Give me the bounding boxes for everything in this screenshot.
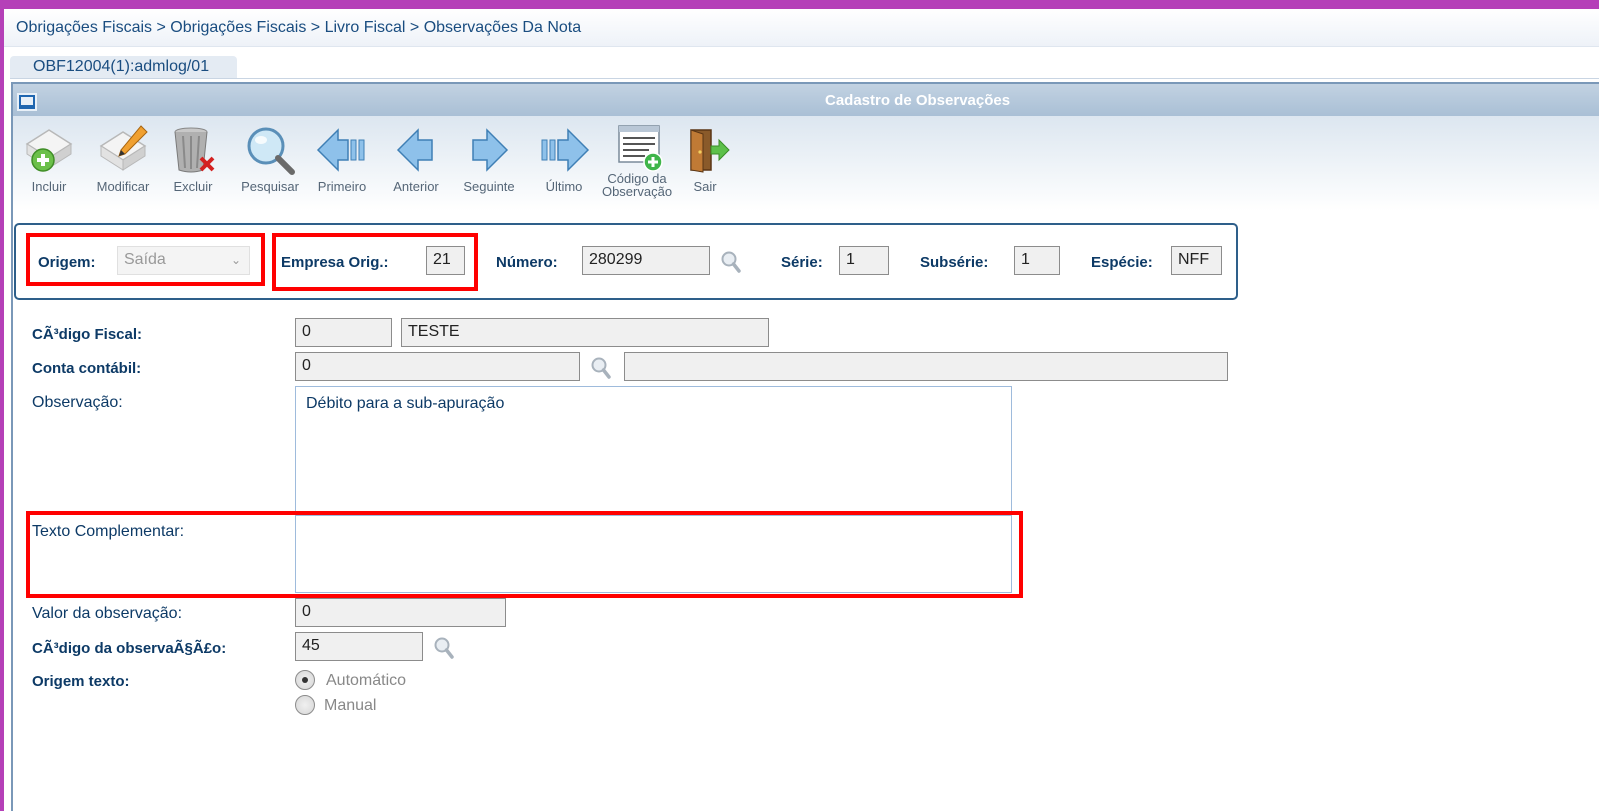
window-frame-left (0, 0, 4, 811)
excluir-label: Excluir (173, 179, 213, 194)
origem-texto-manual-label[interactable]: Manual (324, 697, 376, 715)
empresa-orig-label: Empresa Orig.: (281, 254, 389, 271)
numero-label: Número: (496, 254, 558, 271)
breadcrumb-bar: Obrigações Fiscais > Obrigações Fiscais … (4, 9, 1599, 47)
codigo-fiscal-description-field: TESTE (401, 318, 769, 347)
anterior-button[interactable]: Anterior (381, 124, 451, 212)
incluir-label: Incluir (31, 179, 67, 194)
add-document-icon (25, 129, 73, 172)
codigo-observacao-field[interactable]: 45 (295, 632, 423, 661)
primeiro-label: Primeiro (317, 179, 367, 194)
observacao-label: Observação: (32, 394, 123, 411)
last-record-icon (541, 128, 590, 172)
especie-field[interactable]: NFF (1171, 246, 1222, 275)
seguinte-label: Seguinte (463, 179, 515, 194)
edit-document-icon (99, 125, 148, 171)
modificar-button[interactable]: Modificar (88, 124, 158, 212)
valor-observacao-label: Valor da observação: (32, 605, 183, 622)
next-arrow-icon (472, 128, 509, 172)
sair-label: Sair (693, 179, 717, 194)
chevron-down-icon: ⌄ (230, 253, 241, 267)
codigo-observacao-button[interactable]: Código da Observação (601, 124, 673, 212)
exit-door-icon (690, 129, 730, 173)
codigo-observacao-label: Código da Observação (601, 171, 673, 199)
origem-texto-manual-radio[interactable] (295, 695, 315, 715)
numero-lookup-icon[interactable] (720, 250, 742, 274)
primeiro-button[interactable]: Primeiro (307, 124, 377, 212)
anterior-label: Anterior (393, 179, 439, 194)
window-frame-top (0, 0, 1599, 9)
program-tab[interactable]: OBF12004(1):admlog/01 (10, 56, 237, 78)
subserie-label: Subsérie: (920, 254, 989, 271)
observacao-textarea[interactable]: Débito para a sub-apuração (295, 386, 1012, 514)
origem-texto-automatico-label[interactable]: Automático (326, 672, 406, 690)
window-title: Cadastro de Observações (825, 92, 1011, 109)
origem-value: Saída (124, 251, 166, 268)
pesquisar-label: Pesquisar (241, 179, 299, 194)
excluir-button[interactable]: Excluir (158, 124, 228, 212)
origem-label: Origem: (38, 254, 96, 271)
first-record-icon (316, 128, 365, 172)
incluir-button[interactable]: Incluir (14, 124, 84, 212)
valor-observacao-field[interactable]: 0 (295, 598, 506, 627)
codigo-observacao-lookup-icon[interactable] (433, 636, 455, 660)
conta-contabil-description-field (624, 352, 1228, 381)
codigo-fiscal-code-field[interactable]: 0 (295, 318, 392, 347)
texto-complementar-label: Texto Complementar: (32, 523, 185, 540)
window-titlebar: Cadastro de Observações (13, 84, 1599, 116)
modificar-label: Modificar (96, 179, 150, 194)
origem-select[interactable]: Saída ⌄ (117, 246, 250, 275)
pesquisar-button[interactable]: Pesquisar (235, 124, 305, 212)
codigo-observacao-label: CÃ³digo da observaÃ§Ã£o: (32, 640, 227, 657)
observation-code-icon (618, 125, 663, 172)
previous-arrow-icon (396, 128, 433, 172)
especie-label: Espécie: (1091, 254, 1153, 271)
tab-divider (10, 78, 1599, 79)
texto-complementar-textarea[interactable] (295, 515, 1012, 593)
serie-field[interactable]: 1 (839, 246, 889, 275)
empresa-orig-field[interactable]: 21 (426, 246, 465, 275)
toolbar: Incluir Modificar Excluir Pesquisar Prim… (13, 116, 1599, 216)
numero-field[interactable]: 280299 (582, 246, 710, 275)
conta-contabil-field[interactable]: 0 (295, 352, 580, 381)
ultimo-label: Último (545, 179, 583, 194)
conta-contabil-lookup-icon[interactable] (590, 356, 612, 380)
breadcrumb[interactable]: Obrigações Fiscais > Obrigações Fiscais … (16, 19, 581, 37)
origem-texto-automatico-radio[interactable] (295, 670, 315, 690)
seguinte-button[interactable]: Seguinte (454, 124, 524, 212)
conta-contabil-label: Conta contábil: (32, 360, 142, 377)
trash-icon (174, 127, 215, 173)
origem-texto-label: Origem texto: (32, 673, 130, 690)
window-icon[interactable] (17, 93, 37, 111)
codigo-fiscal-label: CÃ³digo Fiscal: (32, 326, 143, 343)
ultimo-button[interactable]: Último (529, 124, 599, 212)
sair-button[interactable]: Sair (670, 124, 740, 212)
search-icon (247, 127, 295, 175)
serie-label: Série: (781, 254, 823, 271)
subserie-field[interactable]: 1 (1014, 246, 1060, 275)
